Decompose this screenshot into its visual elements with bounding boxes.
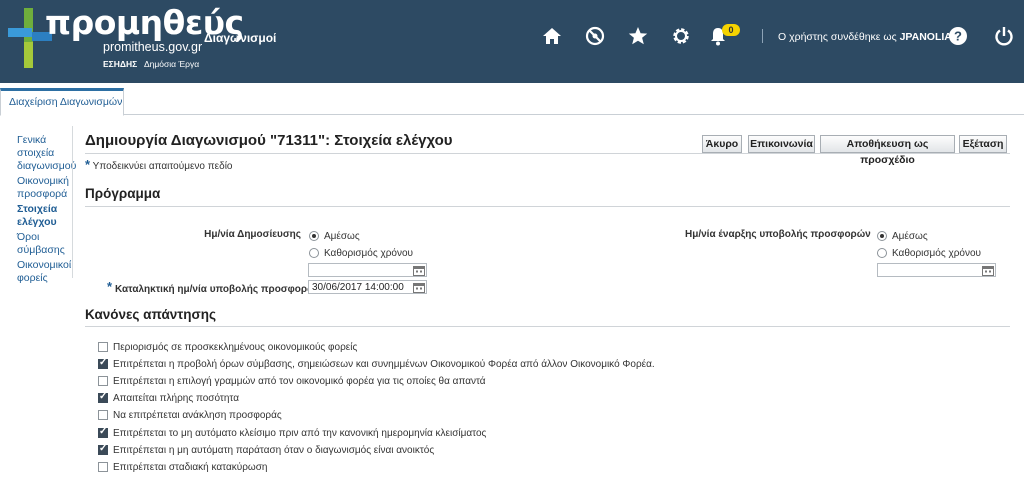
rule-label: Επιτρέπεται σταδιακή κατακύρωση — [113, 462, 268, 473]
left-navigation: Γενικά στοιχεία διαγωνισμού Οικονομική π… — [17, 126, 76, 287]
cancel-button[interactable]: Άκυρο — [702, 135, 742, 153]
publish-date-label: Ημ/νία Δημοσίευσης — [204, 229, 301, 240]
rule-label: Να επιτρέπεται ανάκληση προσφοράς — [113, 410, 282, 421]
header-divider — [762, 29, 763, 43]
rule-checkbox-select-lines[interactable] — [98, 376, 108, 386]
nav-item-contract-terms[interactable]: Όροι σύμβασης — [17, 231, 72, 257]
home-icon[interactable] — [541, 25, 563, 47]
rule-label: Επιτρέπεται η μη αυτόματη παράταση όταν … — [113, 445, 435, 456]
calendar-icon[interactable] — [413, 265, 425, 276]
nav-item-control-data[interactable]: Στοιχεία ελέγχου — [17, 203, 72, 229]
rule-checkbox-withdraw-offer[interactable] — [98, 410, 108, 420]
settings-icon[interactable] — [670, 25, 692, 47]
logged-in-user: Ο χρήστης συνδέθηκε ως JPANOLIAS — [778, 31, 959, 43]
user-prefix: Ο χρήστης συνδέθηκε ως — [778, 31, 897, 43]
brand-subtitle: ΕΣΗΔΗΣ — [103, 59, 138, 69]
start-schedule-radio[interactable] — [877, 248, 887, 258]
rule-label: Επιτρέπεται η προβολή όρων σύμβασης, σημ… — [113, 359, 655, 370]
publish-immediately-label: Αμέσως — [324, 231, 360, 242]
start-immediately-radio[interactable] — [877, 231, 887, 241]
section-response-rules: Κανόνες απάντησης — [85, 307, 217, 322]
app-name: Διαγωνισμοί — [204, 31, 277, 45]
start-schedule-label: Καθορισμός χρόνου — [892, 248, 981, 259]
rule-checkbox-view-terms[interactable] — [98, 357, 108, 369]
rule-label: Απαιτείται πλήρης ποσότητα — [113, 393, 239, 404]
favorites-icon[interactable] — [627, 25, 649, 47]
calendar-icon[interactable] — [982, 265, 994, 276]
required-note: * Υποδεικνύει απαιτούμενο πεδίο — [85, 157, 232, 172]
start-date-field[interactable] — [877, 263, 996, 277]
nav-divider — [72, 126, 73, 278]
navigator-icon[interactable] — [584, 25, 606, 47]
rule-checkbox-invited-only[interactable] — [98, 342, 108, 352]
schedule-divider — [85, 206, 1010, 207]
rules-divider — [85, 326, 1010, 327]
rule-checkbox-manual-extend[interactable] — [98, 443, 108, 455]
brand-url: promitheus.gov.gr — [103, 40, 203, 54]
app-header: προμηθεύς promitheus.gov.gr ΕΣΗΔΗΣ Δημόσ… — [0, 0, 1024, 83]
publish-schedule-radio[interactable] — [309, 248, 319, 258]
tab-strip: Διαχείριση Διαγωνισμών — [0, 83, 1024, 116]
review-button[interactable]: Εξέταση — [959, 135, 1007, 153]
nav-item-suppliers[interactable]: Οικονομικοί φορείς — [17, 259, 72, 285]
notification-badge[interactable]: 0 — [722, 24, 740, 36]
required-star-icon: * — [85, 157, 91, 172]
brand-subtitle-2: Δημόσια Έργα — [144, 59, 200, 69]
publish-date-field[interactable] — [308, 263, 427, 277]
section-schedule: Πρόγραμμα — [85, 186, 161, 201]
rule-label: Περιορισμός σε προσκεκλημένους οικονομικ… — [113, 342, 358, 353]
power-icon[interactable] — [993, 25, 1015, 47]
publish-schedule-label: Καθορισμός χρόνου — [324, 248, 413, 259]
save-draft-button[interactable]: Αποθήκευση ως προσχέδιο — [820, 135, 955, 166]
publish-immediately-radio[interactable] — [309, 231, 319, 241]
help-icon[interactable]: ? — [947, 25, 969, 47]
nav-item-financial-offer[interactable]: Οικονομική προσφορά — [17, 175, 72, 201]
rule-checkbox-full-quantity[interactable] — [98, 391, 108, 403]
rule-label: Επιτρέπεται το μη αυτόματο κλείσιμο πριν… — [113, 428, 487, 439]
rule-label: Επιτρέπεται η επιλογή γραμμών από τον οι… — [113, 376, 486, 387]
page-title: Δημιουργία Διαγωνισμού "71311": Στοιχεία… — [85, 132, 453, 149]
deadline-required-star: * — [107, 279, 113, 294]
start-immediately-label: Αμέσως — [892, 231, 928, 242]
rule-checkbox-manual-close[interactable] — [98, 426, 108, 438]
required-note-text: Υποδεικνύει απαιτούμενο πεδίο — [92, 161, 233, 172]
tab-tender-management[interactable]: Διαχείριση Διαγωνισμών — [0, 88, 124, 116]
deadline-label: Καταληκτική ημ/νία υποβολής προσφορών — [115, 284, 322, 295]
deadline-date-field[interactable]: 30/06/2017 14:00:00 — [308, 280, 427, 294]
rule-checkbox-staged-award[interactable] — [98, 462, 108, 472]
nav-item-general[interactable]: Γενικά στοιχεία διαγωνισμού — [17, 134, 76, 173]
title-divider — [85, 153, 1010, 154]
communication-button[interactable]: Επικοινωνία — [748, 135, 815, 153]
svg-text:?: ? — [954, 29, 962, 44]
start-date-label: Ημ/νία έναρξης υποβολής προσφορών — [685, 229, 871, 240]
calendar-icon[interactable] — [413, 282, 425, 293]
